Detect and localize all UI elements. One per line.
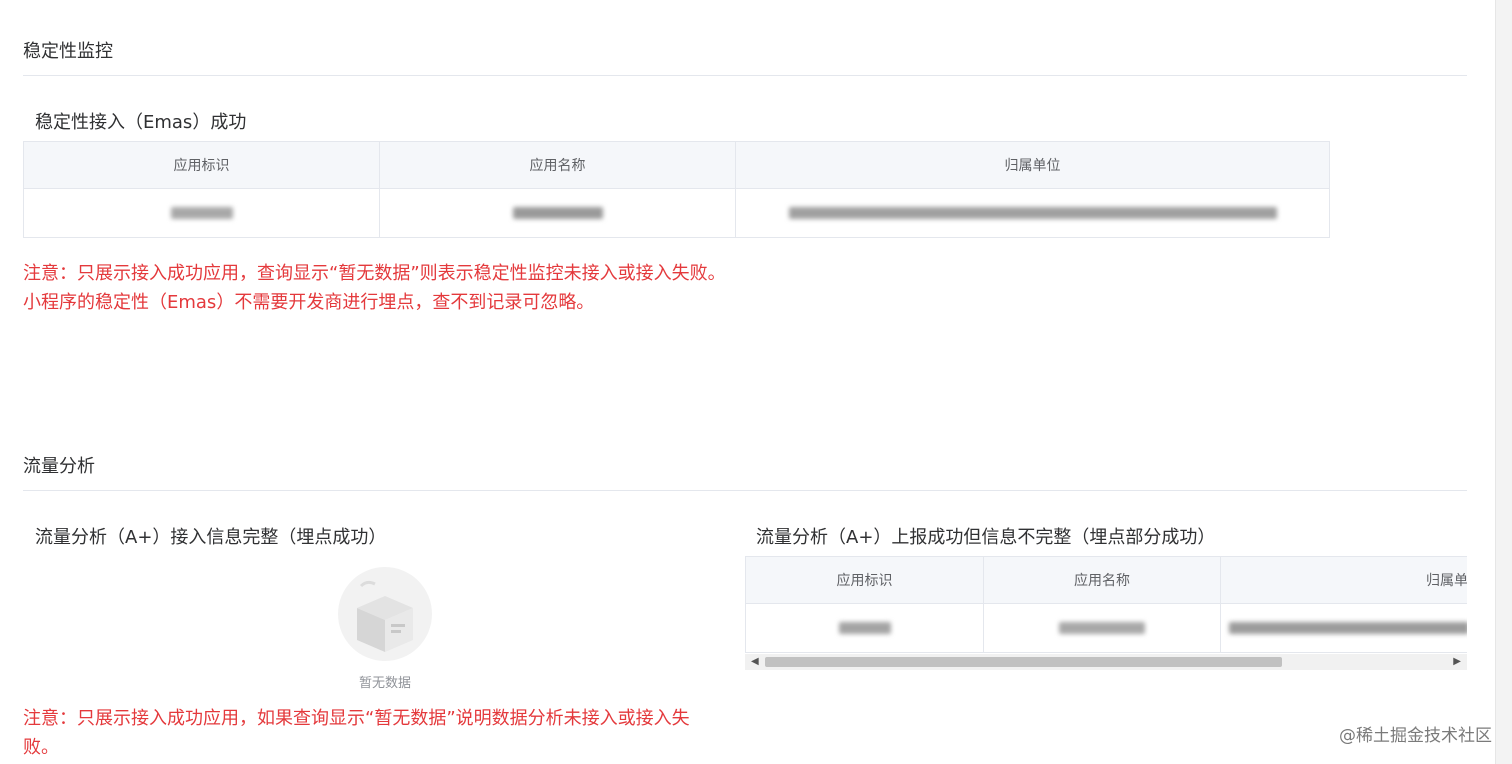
cell-app-name-redacted [983,603,1221,653]
traffic-incomplete-subtitle: 流量分析（A+）上报成功但信息不完整（埋点部分成功） [756,527,1216,548]
table-row[interactable] [745,603,1467,653]
cell-app-id-redacted [23,188,380,238]
page-content: 稳定性监控 稳定性接入（Emas）成功 应用标识 应用名称 归属单位 注意：只展… [0,0,1496,764]
column-header-unit[interactable]: 归属单 [1220,556,1467,604]
vertical-scrollbar[interactable] [1495,0,1512,764]
section-divider [23,75,1467,76]
cell-unit-redacted [1220,603,1467,653]
table-row[interactable] [23,188,1330,238]
scroll-right-arrow-icon[interactable]: ▶ [1453,656,1461,668]
traffic-warning-note: 注意：只展示接入成功应用，如果查询显示“暂无数据”说明数据分析未接入或接入失败。 [23,708,690,758]
cell-unit-redacted [735,188,1330,238]
column-header-unit[interactable]: 归属单位 [735,141,1330,189]
traffic-table: 应用标识 应用名称 归属单 [745,556,1467,653]
scrollbar-thumb[interactable] [765,657,1282,667]
column-header-app-id[interactable]: 应用标识 [23,141,380,189]
watermark-text: @稀土掘金技术社区 [1339,726,1492,746]
scroll-left-arrow-icon[interactable]: ◀ [751,656,759,668]
traffic-section-title: 流量分析 [23,456,95,477]
traffic-complete-subtitle: 流量分析（A+）接入信息完整（埋点成功） [35,527,387,548]
cell-app-id-redacted [745,603,984,653]
empty-box-icon [335,566,435,666]
cell-app-name-redacted [379,188,736,238]
stability-warning-note: 注意：只展示接入成功应用，查询显示“暂无数据”则表示稳定性监控未接入或接入失败。… [23,259,726,317]
warning-line-1: 注意：只展示接入成功应用，查询显示“暂无数据”则表示稳定性监控未接入或接入失败。 [23,263,726,284]
empty-state-text: 暂无数据 [358,676,411,691]
stability-table: 应用标识 应用名称 归属单位 [23,141,1330,238]
column-header-app-id[interactable]: 应用标识 [745,556,984,604]
column-header-app-name[interactable]: 应用名称 [983,556,1221,604]
warning-line-2: 小程序的稳定性（Emas）不需要开发商进行埋点，查不到记录可忽略。 [23,292,595,313]
section-divider [23,490,1467,491]
stability-section-title: 稳定性监控 [23,41,113,62]
column-header-app-name[interactable]: 应用名称 [379,141,736,189]
table-header-row: 应用标识 应用名称 归属单位 [23,141,1330,189]
table-header-row: 应用标识 应用名称 归属单 [745,556,1467,604]
stability-subtitle: 稳定性接入（Emas）成功 [35,112,247,133]
horizontal-scrollbar[interactable]: ◀ ▶ [745,654,1467,670]
